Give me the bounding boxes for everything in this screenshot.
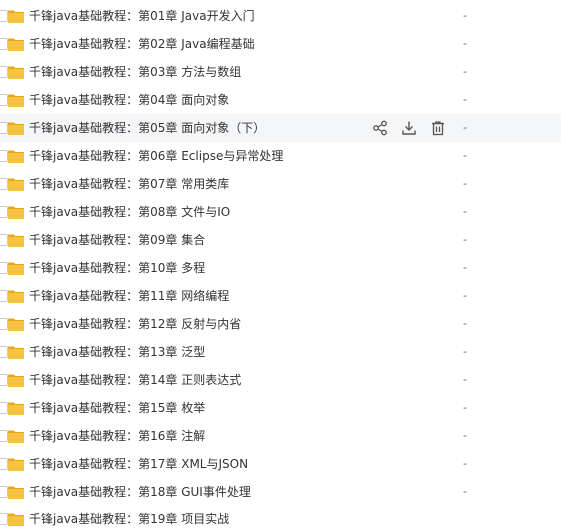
download-icon[interactable] bbox=[401, 120, 417, 136]
folder-icon bbox=[8, 512, 24, 526]
file-name[interactable]: 千锋java基础教程：第07章 常用类库 bbox=[29, 170, 229, 198]
file-row[interactable]: 千锋java基础教程：第01章 Java开发入门 - bbox=[0, 2, 561, 30]
file-row[interactable]: 千锋java基础教程：第04章 面向对象 - bbox=[0, 86, 561, 114]
file-name[interactable]: 千锋java基础教程：第13章 泛型 bbox=[29, 338, 205, 366]
row-checkbox[interactable] bbox=[0, 346, 8, 358]
folder-icon bbox=[8, 9, 24, 23]
file-size: - bbox=[463, 233, 467, 246]
file-name[interactable]: 千锋java基础教程：第10章 多程 bbox=[29, 254, 205, 282]
file-name[interactable]: 千锋java基础教程：第05章 面向对象（下） bbox=[29, 114, 265, 142]
folder-icon bbox=[8, 289, 24, 303]
file-row[interactable]: 千锋java基础教程：第19章 项目实战 bbox=[0, 505, 561, 532]
folder-icon bbox=[8, 373, 24, 387]
file-name[interactable]: 千锋java基础教程：第02章 Java编程基础 bbox=[29, 30, 255, 58]
folder-icon bbox=[8, 261, 24, 275]
file-name[interactable]: 千锋java基础教程：第17章 XML与JSON bbox=[29, 450, 248, 478]
row-checkbox[interactable] bbox=[0, 234, 8, 246]
folder-icon bbox=[8, 345, 24, 359]
delete-icon[interactable] bbox=[430, 120, 446, 136]
folder-icon bbox=[8, 457, 24, 471]
file-row[interactable]: 千锋java基础教程：第07章 常用类库 - bbox=[0, 170, 561, 198]
file-row[interactable]: 千锋java基础教程：第12章 反射与内省 - bbox=[0, 310, 561, 338]
folder-icon bbox=[8, 37, 24, 51]
row-checkbox[interactable] bbox=[0, 430, 8, 442]
file-row[interactable]: 千锋java基础教程：第10章 多程 - bbox=[0, 254, 561, 282]
file-row[interactable]: 千锋java基础教程：第03章 方法与数组 - bbox=[0, 58, 561, 86]
file-row[interactable]: 千锋java基础教程：第18章 GUI事件处理 - bbox=[0, 478, 561, 506]
file-size: - bbox=[463, 261, 467, 274]
folder-icon bbox=[8, 429, 24, 443]
row-checkbox[interactable] bbox=[0, 458, 8, 470]
file-name[interactable]: 千锋java基础教程：第06章 Eclipse与异常处理 bbox=[29, 142, 283, 170]
file-row[interactable]: 千锋java基础教程：第16章 注解 - bbox=[0, 422, 561, 450]
file-row[interactable]: 千锋java基础教程：第17章 XML与JSON - bbox=[0, 450, 561, 478]
row-actions bbox=[372, 120, 446, 136]
folder-icon bbox=[8, 177, 24, 191]
file-name[interactable]: 千锋java基础教程：第04章 面向对象 bbox=[29, 86, 229, 114]
file-name[interactable]: 千锋java基础教程：第15章 枚举 bbox=[29, 394, 205, 422]
file-size: - bbox=[463, 177, 467, 190]
row-checkbox[interactable] bbox=[0, 66, 8, 78]
file-name[interactable]: 千锋java基础教程：第09章 集合 bbox=[29, 226, 205, 254]
folder-icon bbox=[8, 149, 24, 163]
file-name[interactable]: 千锋java基础教程：第14章 正则表达式 bbox=[29, 366, 241, 394]
file-row[interactable]: 千锋java基础教程：第08章 文件与IO - bbox=[0, 198, 561, 226]
row-checkbox[interactable] bbox=[0, 402, 8, 414]
file-name[interactable]: 千锋java基础教程：第08章 文件与IO bbox=[29, 198, 230, 226]
folder-icon bbox=[8, 317, 24, 331]
file-row[interactable]: 千锋java基础教程：第02章 Java编程基础 - bbox=[0, 30, 561, 58]
file-name[interactable]: 千锋java基础教程：第16章 注解 bbox=[29, 422, 205, 450]
row-checkbox[interactable] bbox=[0, 206, 8, 218]
file-name[interactable]: 千锋java基础教程：第01章 Java开发入门 bbox=[29, 2, 255, 30]
folder-icon bbox=[8, 401, 24, 415]
row-checkbox[interactable] bbox=[0, 290, 8, 302]
row-checkbox[interactable] bbox=[0, 486, 8, 498]
file-size: - bbox=[463, 149, 467, 162]
row-checkbox[interactable] bbox=[0, 10, 8, 22]
row-checkbox[interactable] bbox=[0, 38, 8, 50]
share-icon[interactable] bbox=[372, 120, 388, 136]
file-size: - bbox=[463, 401, 467, 414]
file-size: - bbox=[463, 457, 467, 470]
row-checkbox[interactable] bbox=[0, 150, 8, 162]
file-size: - bbox=[463, 205, 467, 218]
folder-icon bbox=[8, 121, 24, 135]
row-checkbox[interactable] bbox=[0, 178, 8, 190]
file-size: - bbox=[463, 485, 467, 498]
row-checkbox[interactable] bbox=[0, 374, 8, 386]
file-row[interactable]: 千锋java基础教程：第14章 正则表达式 - bbox=[0, 366, 561, 394]
folder-icon bbox=[8, 65, 24, 79]
file-row[interactable]: 千锋java基础教程：第11章 网络编程 - bbox=[0, 282, 561, 310]
file-size: - bbox=[463, 121, 467, 134]
file-size: - bbox=[463, 317, 467, 330]
folder-icon bbox=[8, 485, 24, 499]
file-size: - bbox=[463, 37, 467, 50]
folder-icon bbox=[8, 93, 24, 107]
file-size: - bbox=[463, 373, 467, 386]
file-row[interactable]: 千锋java基础教程：第09章 集合 - bbox=[0, 226, 561, 254]
file-name[interactable]: 千锋java基础教程：第19章 项目实战 bbox=[29, 505, 229, 532]
file-row[interactable]: 千锋java基础教程：第15章 枚举 - bbox=[0, 394, 561, 422]
folder-icon bbox=[8, 233, 24, 247]
row-checkbox[interactable] bbox=[0, 262, 8, 274]
file-name[interactable]: 千锋java基础教程：第03章 方法与数组 bbox=[29, 58, 241, 86]
file-name[interactable]: 千锋java基础教程：第18章 GUI事件处理 bbox=[29, 478, 251, 506]
file-list: 千锋java基础教程：第01章 Java开发入门 - 千锋java基础教程：第0… bbox=[0, 0, 561, 532]
file-name[interactable]: 千锋java基础教程：第12章 反射与内省 bbox=[29, 310, 241, 338]
file-row-hovered[interactable]: 千锋java基础教程：第05章 面向对象（下） - bbox=[0, 114, 561, 142]
file-size: - bbox=[463, 65, 467, 78]
file-size: - bbox=[463, 289, 467, 302]
file-size: - bbox=[463, 9, 467, 22]
file-name[interactable]: 千锋java基础教程：第11章 网络编程 bbox=[29, 282, 229, 310]
file-size: - bbox=[463, 345, 467, 358]
row-checkbox[interactable] bbox=[0, 318, 8, 330]
file-row[interactable]: 千锋java基础教程：第13章 泛型 - bbox=[0, 338, 561, 366]
file-size: - bbox=[463, 93, 467, 106]
file-size: - bbox=[463, 429, 467, 442]
row-checkbox[interactable] bbox=[0, 94, 8, 106]
row-checkbox[interactable] bbox=[0, 122, 8, 134]
row-checkbox[interactable] bbox=[0, 513, 8, 525]
folder-icon bbox=[8, 205, 24, 219]
file-row[interactable]: 千锋java基础教程：第06章 Eclipse与异常处理 - bbox=[0, 142, 561, 170]
